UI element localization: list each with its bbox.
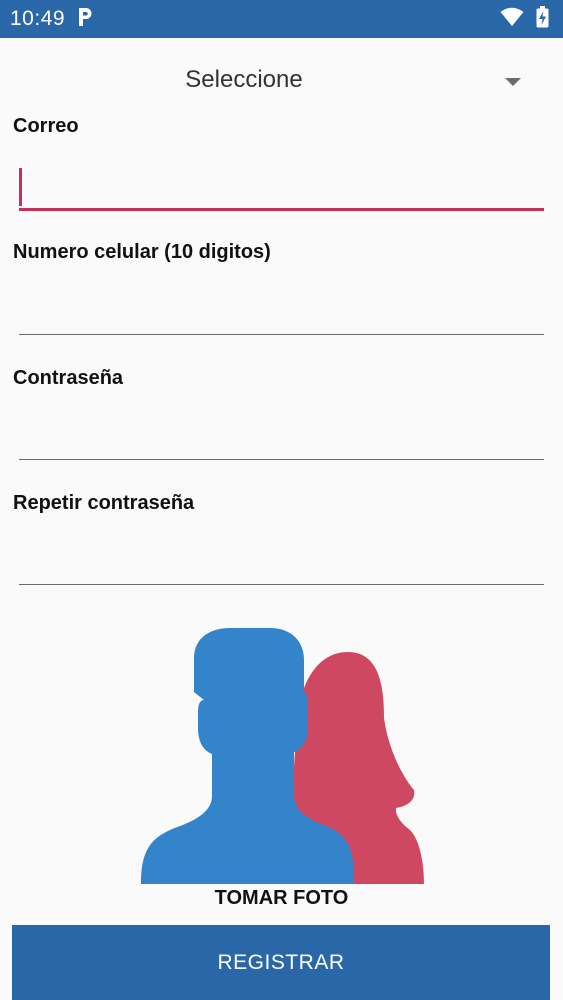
status-bar: 10:49 [0, 0, 563, 38]
register-button[interactable]: REGISTRAR [12, 925, 550, 1000]
password-field[interactable] [19, 414, 544, 460]
status-right [500, 5, 549, 33]
type-spinner[interactable]: Seleccione [0, 58, 563, 102]
repeat-password-label: Repetir contraseña [13, 492, 195, 514]
status-left: 10:49 [10, 7, 93, 32]
phone-label: Numero celular (10 digitos) [13, 241, 271, 263]
take-photo-label[interactable]: TOMAR FOTO [0, 887, 563, 910]
status-time: 10:49 [10, 7, 66, 30]
spinner-selected-value: Seleccione [185, 66, 303, 93]
dropdown-arrow-icon [504, 74, 522, 92]
email-field[interactable] [19, 165, 544, 211]
people-avatar-icon[interactable] [140, 628, 424, 886]
parking-p-icon [77, 7, 93, 32]
wifi-icon [500, 7, 524, 32]
phone-field[interactable] [19, 289, 544, 335]
repeat-password-field[interactable] [19, 539, 544, 585]
battery-charging-icon [536, 5, 549, 33]
text-cursor [19, 168, 22, 206]
email-label: Correo [13, 115, 79, 137]
password-label: Contraseña [13, 367, 124, 389]
